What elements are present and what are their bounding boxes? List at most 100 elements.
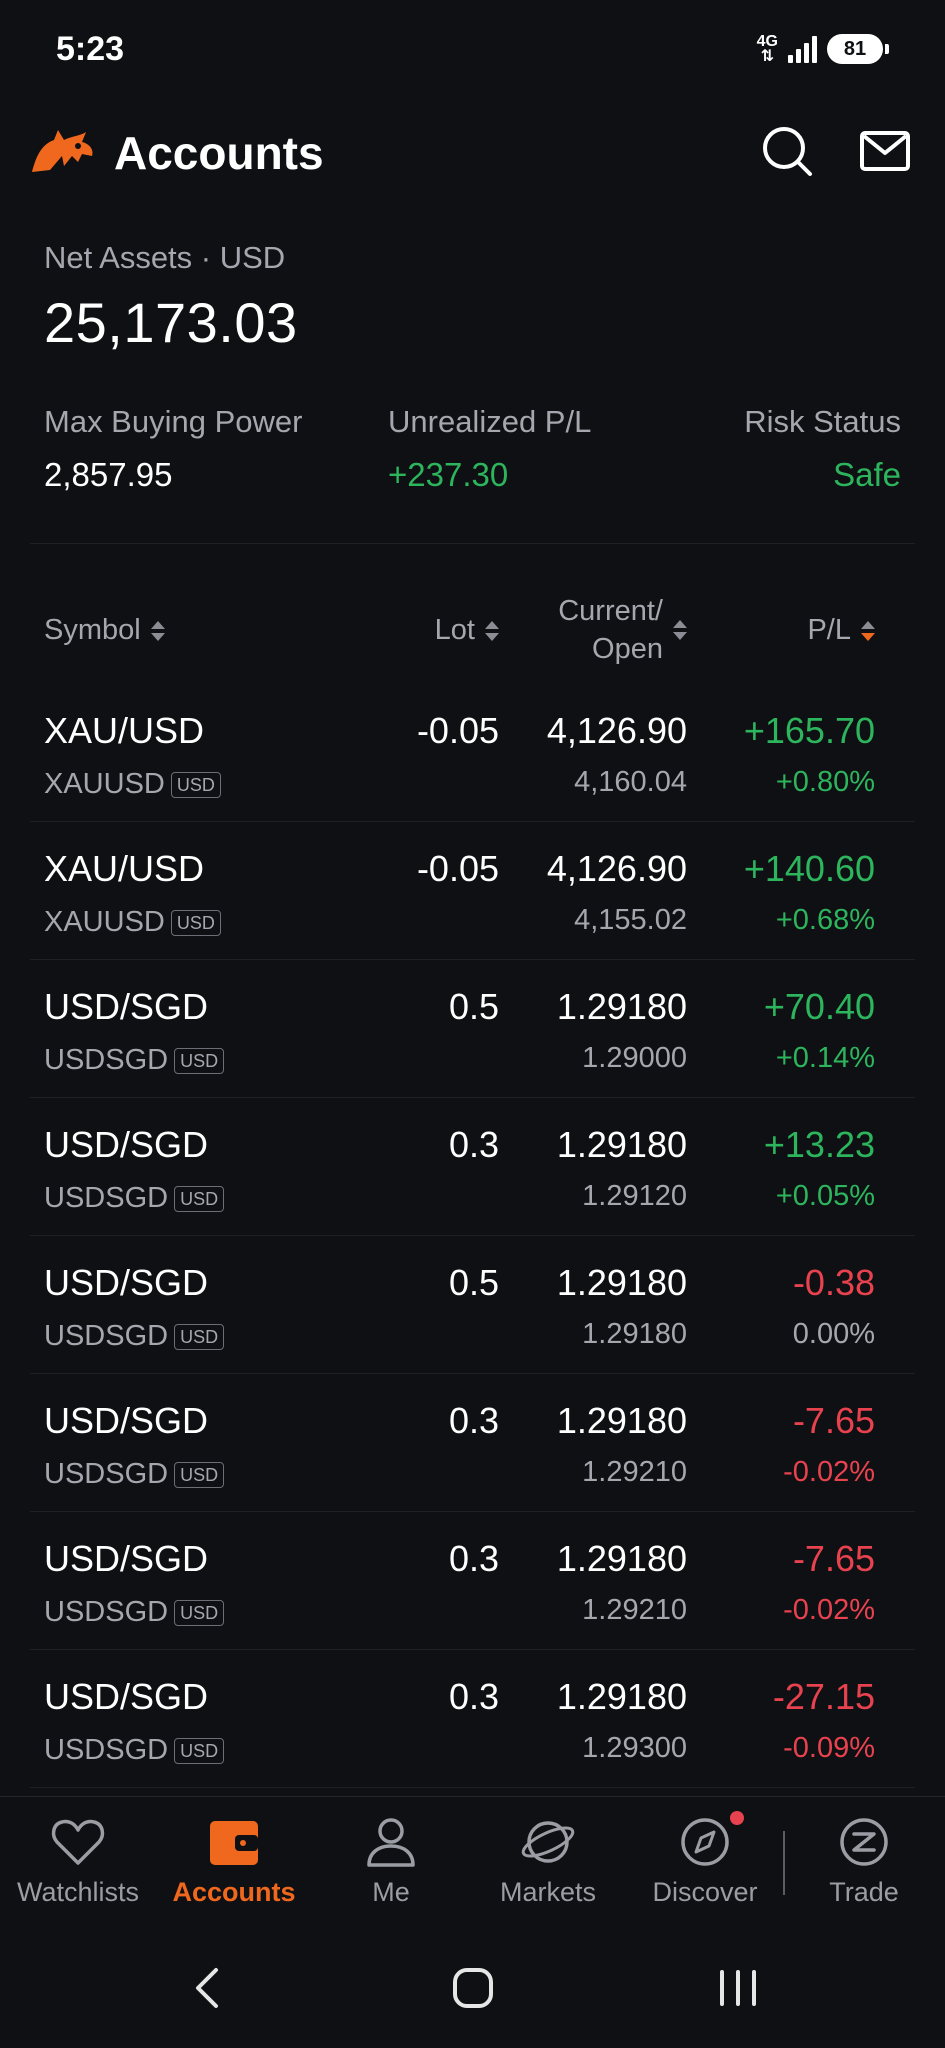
position-row[interactable]: USD/SGD USDSGD USD 0.3 1.29180 1.29210 -7.65 -0… [0, 1512, 945, 1650]
compass-icon [681, 1818, 729, 1866]
nav-markets[interactable]: Markets [470, 1815, 626, 1908]
position-lot: -0.05 [416, 710, 499, 751]
position-row[interactable]: USD/SGD USDSGD USD 0.3 1.29180 1.29210 -7.65 -0… [0, 1374, 945, 1512]
nav-watchlists[interactable]: Watchlists [0, 1815, 156, 1908]
position-row[interactable]: USD/SGD USDSGD USD 0.3 1.29180 1.29300 -27.15 -… [0, 1650, 945, 1788]
net-assets-value: 25,173.03 [44, 291, 298, 354]
nav-discover[interactable]: Discover [627, 1815, 783, 1908]
app-header: Accounts [0, 118, 945, 188]
nav-divider [783, 1831, 785, 1895]
sort-current-header[interactable]: Current/Open [558, 592, 687, 668]
divider [30, 543, 915, 544]
position-pl: -7.65 [792, 1538, 875, 1579]
bottom-nav: Watchlists Accounts Me Markets Discover [0, 1796, 945, 1922]
nav-discover-label: Discover [652, 1877, 758, 1907]
nav-me[interactable]: Me [313, 1815, 469, 1908]
upl-value: +237.30 [388, 456, 509, 493]
position-row[interactable]: USD/SGD USDSGD USD 0.3 1.29180 1.29120 +13.23 +… [0, 1098, 945, 1236]
position-row[interactable]: XAU/USD XAUUSD USD -0.05 4,126.90 4,160.04 +16… [0, 684, 945, 822]
position-row[interactable]: XAU/USD XAUUSD USD -0.05 4,126.90 4,155.02 +14… [0, 822, 945, 960]
currency-badge: USD [170, 771, 221, 798]
back-icon[interactable] [180, 1958, 240, 2018]
max-buying-power: Max Buying Power 2,857.95 [44, 404, 302, 494]
symbol-header-label: Symbol [44, 614, 141, 646]
signal-icon [788, 35, 817, 63]
nav-watchlists-label: Watchlists [16, 1877, 139, 1907]
position-lot: 0.5 [448, 986, 499, 1027]
position-pl: -0.38 [792, 1262, 875, 1303]
position-symbol: USD/SGD [44, 986, 209, 1027]
position-code: USDSGD USD [44, 1182, 225, 1215]
position-row[interactable]: USD/SGD USDSGD USD 0.5 1.29180 1.29180 -0.38 0.… [0, 1236, 945, 1374]
sort-icon [485, 620, 499, 641]
position-open-price: 1.29120 [582, 1180, 687, 1212]
position-symbol: USD/SGD [44, 1262, 209, 1303]
currency-badge: USD [174, 1047, 225, 1074]
notification-dot [730, 1811, 744, 1825]
position-pl-percent: +0.80% [775, 766, 875, 798]
position-current-price: 4,126.90 [546, 710, 687, 751]
sort-symbol-header[interactable]: Symbol [44, 614, 165, 647]
risk-status: Risk Status Safe [744, 404, 901, 494]
positions-list: XAU/USD XAUUSD USD -0.05 4,126.90 4,160.04 +16… [0, 684, 945, 1788]
nav-trade[interactable]: Trade [786, 1815, 942, 1908]
currency-badge: USD [174, 1323, 225, 1350]
sort-icon [673, 620, 687, 640]
battery-icon: 81 [827, 34, 889, 64]
position-open-price: 1.29210 [582, 1594, 687, 1626]
pl-header-label: P/L [807, 614, 851, 646]
position-code: USDSGD USD [44, 1596, 225, 1629]
position-current-price: 1.29180 [556, 1124, 687, 1165]
sort-icon [150, 620, 165, 641]
sort-pl-header[interactable]: P/L [807, 614, 875, 647]
position-lot: 0.3 [448, 1124, 499, 1165]
sort-lot-header[interactable]: Lot [435, 614, 499, 647]
position-lot: -0.05 [416, 848, 499, 889]
search-icon[interactable] [760, 124, 814, 178]
position-lot: 0.3 [448, 1400, 499, 1441]
position-pl: +13.23 [763, 1124, 875, 1165]
position-code: XAUUSD USD [44, 768, 221, 801]
position-current-price: 4,126.90 [546, 848, 687, 889]
nav-accounts[interactable]: Accounts [156, 1815, 312, 1908]
currency-badge: USD [174, 1737, 225, 1764]
position-open-price: 1.29000 [582, 1042, 687, 1074]
position-lot: 0.5 [448, 1262, 499, 1303]
bull-logo-icon [32, 130, 93, 172]
position-open-price: 1.29300 [582, 1732, 687, 1764]
position-code: USDSGD USD [44, 1458, 225, 1491]
risk-label: Risk Status [744, 404, 901, 439]
position-pl-percent: +0.68% [775, 904, 875, 936]
status-indicators: 4G ⇅ 81 [756, 33, 889, 65]
position-lot: 0.3 [448, 1538, 499, 1579]
network-type-icon: 4G ⇅ [756, 33, 778, 65]
mail-icon[interactable] [858, 124, 912, 178]
position-pl: -27.15 [772, 1676, 875, 1717]
position-lot: 0.3 [448, 1676, 499, 1717]
lot-header-label: Lot [434, 614, 475, 646]
unrealized-pl: Unrealized P/L +237.30 [388, 404, 591, 494]
position-pl-percent: +0.05% [775, 1180, 875, 1212]
position-pl-percent: 0.00% [792, 1318, 875, 1350]
home-icon[interactable] [443, 1958, 503, 2018]
position-current-price: 1.29180 [556, 986, 687, 1027]
wallet-icon [210, 1821, 258, 1865]
current-header-label: Current/Open [558, 595, 663, 665]
position-symbol: USD/SGD [44, 1676, 209, 1717]
position-code: USDSGD USD [44, 1320, 225, 1353]
position-code: USDSGD USD [44, 1734, 225, 1767]
position-pl-percent: -0.02% [783, 1456, 875, 1488]
position-row[interactable]: USD/SGD USDSGD USD 0.5 1.29180 1.29000 +70.40 +… [0, 960, 945, 1098]
position-current-price: 1.29180 [556, 1676, 687, 1717]
position-symbol: USD/SGD [44, 1400, 209, 1441]
position-symbol: USD/SGD [44, 1538, 209, 1579]
nav-trade-label: Trade [829, 1877, 899, 1907]
position-current-price: 1.29180 [556, 1262, 687, 1303]
person-icon [367, 1818, 415, 1867]
position-open-price: 4,160.04 [574, 766, 687, 798]
position-pl: +140.60 [743, 848, 875, 889]
upl-label: Unrealized P/L [388, 404, 592, 439]
position-open-price: 4,155.02 [574, 904, 687, 936]
recent-apps-icon[interactable] [708, 1958, 768, 2018]
page-title: Accounts [114, 127, 324, 179]
